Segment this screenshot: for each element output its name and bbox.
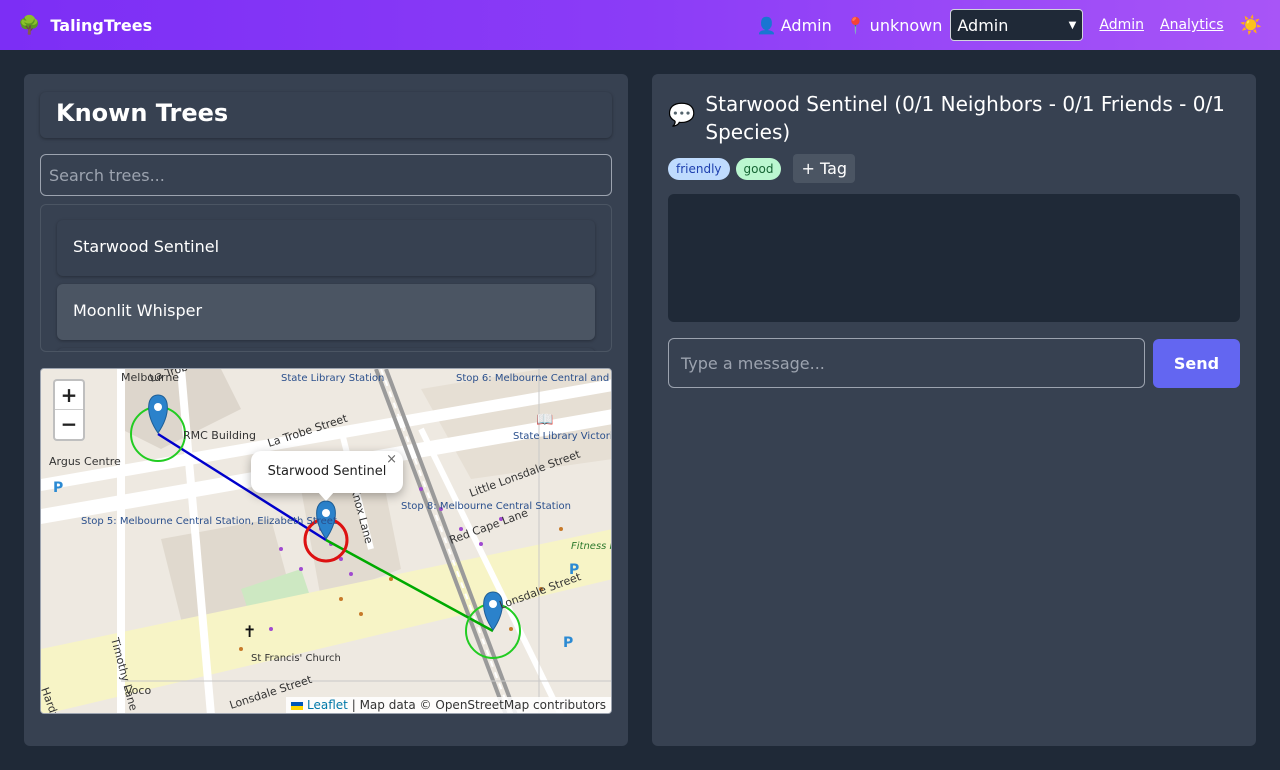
popup-text: Starwood Sentinel xyxy=(267,464,387,479)
zoom-out-button[interactable]: − xyxy=(55,410,83,439)
add-tag-button[interactable]: + Tag xyxy=(793,154,856,183)
user-icon: 👤 xyxy=(756,15,777,35)
admin-link[interactable]: Admin xyxy=(1099,17,1144,33)
tag-list: friendly good + Tag xyxy=(668,154,856,183)
map-label: Stop 8: Melbourne Central Station xyxy=(401,501,571,512)
map-label: St Francis' Church xyxy=(251,653,341,664)
pin-icon: 📍 xyxy=(845,15,866,35)
library-icon: 📖 xyxy=(536,412,553,428)
tree-icon: 🌳 xyxy=(18,14,41,36)
chat-header: 💬 Starwood Sentinel (0/1 Neighbors - 0/1… xyxy=(668,90,1228,146)
chat-bubble-icon: 💬 xyxy=(668,103,696,128)
parking-icon: P xyxy=(569,562,579,578)
map-label: Voco xyxy=(125,684,151,697)
message-input[interactable]: Type a message... xyxy=(668,338,1145,388)
list-item[interactable] xyxy=(57,348,595,351)
location-indicator: 📍 unknown xyxy=(845,15,943,35)
theme-toggle-sun-icon[interactable]: ☀️ xyxy=(1240,15,1262,36)
map-label: Stop 5: Melbourne Central Station, Eliza… xyxy=(81,516,337,527)
tree-list[interactable]: Starwood Sentinel Moonlit Whisper xyxy=(40,204,612,352)
chevron-down-icon: ▼ xyxy=(1068,19,1077,31)
map-attribution: Leaflet | Map data © OpenStreetMap contr… xyxy=(286,697,611,713)
list-item[interactable]: Moonlit Whisper xyxy=(57,284,595,340)
close-icon[interactable]: × xyxy=(386,439,397,481)
chat-panel: 💬 Starwood Sentinel (0/1 Neighbors - 0/1… xyxy=(652,74,1256,746)
leaflet-link[interactable]: Leaflet xyxy=(307,698,348,712)
map-label: RMC Building xyxy=(183,429,256,442)
trees-panel: Known Trees Search trees... Starwood Sen… xyxy=(24,74,628,746)
map-label: Fitness First xyxy=(571,541,612,552)
parking-icon: P xyxy=(563,635,573,651)
parking-icon: P xyxy=(53,480,63,496)
zoom-in-button[interactable]: + xyxy=(55,381,83,410)
tag-badge[interactable]: good xyxy=(735,157,782,180)
church-icon: ✝ xyxy=(243,622,256,641)
message-area xyxy=(668,194,1240,322)
marker-popup: Starwood Sentinel × xyxy=(251,451,403,501)
zoom-control: + − xyxy=(53,379,85,441)
chat-title: Starwood Sentinel (0/1 Neighbors - 0/1 F… xyxy=(705,92,1225,144)
map-label: Argus Centre xyxy=(49,455,121,468)
ukraine-flag-icon xyxy=(291,701,304,710)
map[interactable]: Melbourne La Trobe Street La Trobe Stree… xyxy=(40,368,612,714)
search-input[interactable]: Search trees... xyxy=(40,154,612,196)
app-title: TalingTrees xyxy=(50,15,153,35)
map-label: State Library Victoria xyxy=(513,431,612,442)
top-bar: 🌳 TalingTrees 👤 Admin 📍 unknown Admin ▼ Adm… xyxy=(0,0,1280,50)
brand[interactable]: 🌳 TalingTrees xyxy=(18,15,152,36)
tag-badge[interactable]: friendly xyxy=(668,157,730,180)
analytics-link[interactable]: Analytics xyxy=(1160,17,1224,33)
map-tiles: Melbourne La Trobe Street La Trobe Stree… xyxy=(41,369,612,713)
list-item[interactable]: Starwood Sentinel xyxy=(57,220,595,276)
user-indicator: 👤 Admin xyxy=(756,15,832,35)
map-label: State Library Station xyxy=(281,373,384,384)
map-label: Stop 6: Melbourne Central and State Libr… xyxy=(456,373,612,384)
send-button[interactable]: Send xyxy=(1153,339,1240,388)
panel-title: Known Trees xyxy=(40,92,612,138)
role-select[interactable]: Admin ▼ xyxy=(950,9,1084,41)
